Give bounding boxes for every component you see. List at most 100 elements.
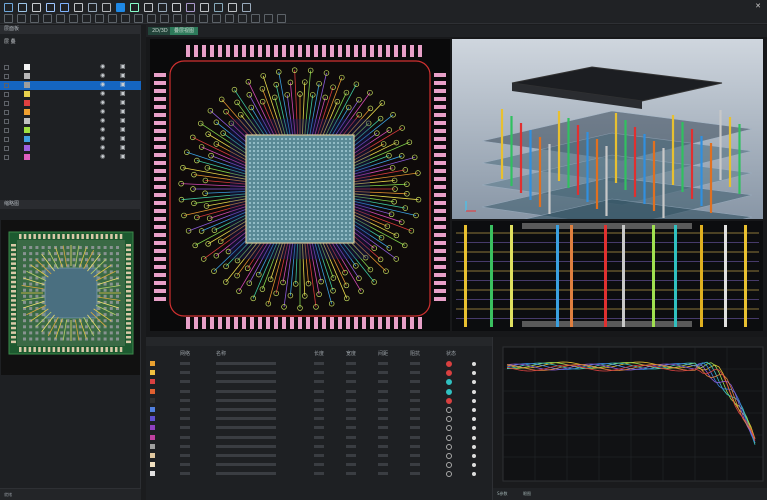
row-visible-dot[interactable] bbox=[472, 463, 476, 468]
save-icon[interactable] bbox=[32, 3, 41, 12]
layer-color-swatch[interactable] bbox=[24, 64, 30, 70]
open-icon[interactable] bbox=[18, 3, 27, 12]
toolbar-secondary-icon[interactable] bbox=[69, 14, 78, 23]
row-visible-dot[interactable] bbox=[472, 398, 476, 403]
toolbar-secondary-icon[interactable] bbox=[238, 14, 247, 23]
lock-icon[interactable]: ▣ bbox=[120, 64, 127, 70]
table-header-cell[interactable]: 名称 bbox=[216, 350, 226, 357]
layer-color-swatch[interactable] bbox=[24, 127, 30, 133]
toolbar-secondary-icon[interactable] bbox=[121, 14, 130, 23]
toolbar-secondary-icon[interactable] bbox=[277, 14, 286, 23]
layer-visible-checkbox[interactable] bbox=[4, 155, 9, 160]
pcb-2d-view[interactable] bbox=[150, 39, 450, 331]
eye-icon[interactable]: ◉ bbox=[100, 73, 107, 79]
toolbar-secondary-icon[interactable] bbox=[264, 14, 273, 23]
file-icon[interactable] bbox=[4, 3, 13, 12]
layer-row[interactable]: ◉ ▣ bbox=[0, 153, 141, 162]
close-icon[interactable]: ✕ bbox=[755, 2, 761, 10]
eye-icon[interactable]: ◉ bbox=[100, 82, 107, 88]
layer-color-swatch[interactable] bbox=[24, 82, 30, 88]
layer-color-swatch[interactable] bbox=[24, 154, 30, 160]
drc-icon[interactable] bbox=[200, 3, 209, 12]
lock-icon[interactable]: ▣ bbox=[120, 91, 127, 97]
select-icon[interactable] bbox=[116, 3, 125, 12]
3d-view[interactable] bbox=[452, 39, 763, 250]
lock-icon[interactable]: ▣ bbox=[120, 154, 127, 160]
eye-icon[interactable]: ◉ bbox=[100, 64, 107, 70]
toolbar-secondary-icon[interactable] bbox=[147, 14, 156, 23]
layer-color-swatch[interactable] bbox=[24, 100, 30, 106]
via-icon[interactable] bbox=[144, 3, 153, 12]
layer-row[interactable]: ◉ ▣ bbox=[0, 135, 141, 144]
tree-root[interactable]: 层 叠 bbox=[4, 38, 16, 45]
toolbar-secondary-icon[interactable] bbox=[56, 14, 65, 23]
row-visible-dot[interactable] bbox=[472, 389, 476, 394]
eye-icon[interactable]: ◉ bbox=[100, 127, 107, 133]
row-visible-dot[interactable] bbox=[472, 408, 476, 412]
row-color-swatch[interactable] bbox=[150, 416, 155, 422]
layer-visible-checkbox[interactable] bbox=[4, 83, 9, 88]
measure-icon[interactable] bbox=[158, 3, 167, 12]
row-visible-dot[interactable] bbox=[472, 380, 476, 385]
row-color-swatch[interactable] bbox=[150, 388, 155, 394]
layer-color-swatch[interactable] bbox=[24, 109, 30, 115]
eye-icon[interactable]: ◉ bbox=[100, 118, 107, 124]
cross-section-view[interactable] bbox=[452, 221, 763, 331]
row-color-swatch[interactable] bbox=[150, 443, 155, 449]
toolbar-secondary-icon[interactable] bbox=[225, 14, 234, 23]
layer-row[interactable]: ◉ ▣ bbox=[0, 144, 141, 153]
row-color-swatch[interactable] bbox=[150, 407, 155, 412]
zoom-in-icon[interactable] bbox=[88, 3, 97, 12]
table-header-cell[interactable]: 长度 bbox=[314, 350, 324, 357]
tab-sparam[interactable]: S参数 bbox=[497, 491, 508, 497]
row-color-swatch[interactable] bbox=[150, 379, 155, 385]
layer-row[interactable]: ◉ ▣ bbox=[0, 90, 141, 99]
eye-icon[interactable]: ◉ bbox=[100, 91, 107, 97]
layer-icon[interactable] bbox=[172, 3, 181, 12]
lock-icon[interactable]: ▣ bbox=[120, 127, 127, 133]
row-color-swatch[interactable] bbox=[150, 361, 155, 366]
layer-color-swatch[interactable] bbox=[24, 118, 30, 124]
eye-icon[interactable]: ◉ bbox=[100, 136, 107, 142]
route-icon[interactable] bbox=[130, 3, 139, 12]
row-color-swatch[interactable] bbox=[150, 434, 155, 440]
toolbar-secondary-icon[interactable] bbox=[199, 14, 208, 23]
layer-visible-checkbox[interactable] bbox=[4, 119, 9, 124]
toolbar-secondary-icon[interactable] bbox=[4, 14, 13, 23]
toolbar-secondary-icon[interactable] bbox=[108, 14, 117, 23]
row-color-swatch[interactable] bbox=[150, 453, 155, 458]
row-visible-dot[interactable] bbox=[472, 417, 476, 422]
row-visible-dot[interactable] bbox=[472, 472, 476, 477]
3d-icon[interactable] bbox=[214, 3, 223, 12]
layer-visible-checkbox[interactable] bbox=[4, 128, 9, 133]
tab-eye[interactable]: 眼图 bbox=[523, 491, 531, 497]
toolbar-secondary-icon[interactable] bbox=[160, 14, 169, 23]
layer-visible-checkbox[interactable] bbox=[4, 110, 9, 115]
layer-color-swatch[interactable] bbox=[24, 145, 30, 151]
layer-row[interactable]: ◉ ▣ bbox=[0, 72, 141, 81]
row-visible-dot[interactable] bbox=[472, 371, 476, 376]
layer-row[interactable]: ◉ ▣ bbox=[0, 81, 141, 90]
table-header-cell[interactable]: 状态 bbox=[446, 350, 456, 357]
toolbar-secondary-icon[interactable] bbox=[212, 14, 221, 23]
tab-stackup[interactable]: 叠层视图 bbox=[170, 27, 199, 35]
toolbar-secondary-icon[interactable] bbox=[134, 14, 143, 23]
eye-icon[interactable]: ◉ bbox=[100, 109, 107, 115]
table-header-cell[interactable]: 宽度 bbox=[346, 350, 356, 357]
row-color-swatch[interactable] bbox=[150, 471, 155, 477]
table-header-cell[interactable]: 阻抗 bbox=[410, 350, 420, 357]
table-header-cell[interactable]: 网络 bbox=[180, 350, 190, 357]
toolbar-secondary-icon[interactable] bbox=[82, 14, 91, 23]
toolbar-secondary-icon[interactable] bbox=[30, 14, 39, 23]
help-icon[interactable] bbox=[242, 3, 251, 12]
row-color-swatch[interactable] bbox=[150, 397, 155, 403]
undo-icon[interactable] bbox=[60, 3, 69, 12]
layer-visible-checkbox[interactable] bbox=[4, 92, 9, 97]
row-color-swatch[interactable] bbox=[150, 462, 155, 468]
row-visible-dot[interactable] bbox=[472, 435, 476, 440]
layer-row[interactable]: ◉ ▣ bbox=[0, 108, 141, 117]
layer-visible-checkbox[interactable] bbox=[4, 65, 9, 70]
redo-icon[interactable] bbox=[74, 3, 83, 12]
board-preview[interactable] bbox=[1, 220, 140, 375]
layer-color-swatch[interactable] bbox=[24, 73, 30, 79]
